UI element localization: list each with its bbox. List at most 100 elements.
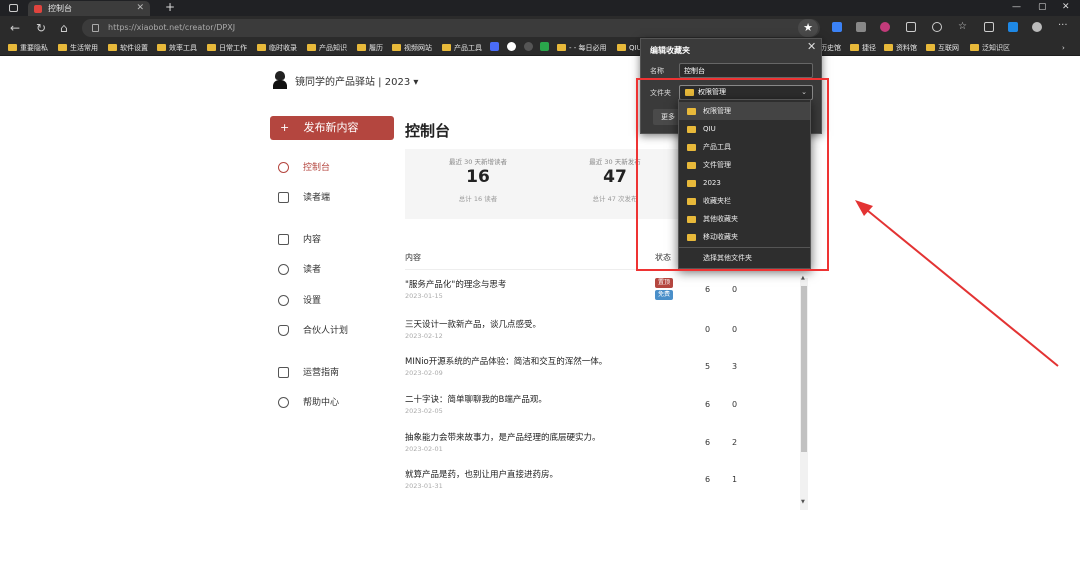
bookmark-folder[interactable]: 产品工具 <box>442 42 482 54</box>
bookmark-folder[interactable]: 软件设置 <box>108 42 148 54</box>
folder-icon <box>207 44 216 51</box>
scrollbar-thumb[interactable] <box>801 286 807 452</box>
google-icon[interactable] <box>507 42 516 54</box>
maximize-icon[interactable]: ▢ <box>1038 0 1047 15</box>
sidebar-item-label: 控制台 <box>303 163 331 173</box>
tab-actions-icon[interactable] <box>9 4 18 12</box>
scroll-down-icon[interactable]: ▼ <box>801 499 805 505</box>
post-date: 2023-02-12 <box>405 332 443 340</box>
extension-icon[interactable] <box>856 22 866 32</box>
bookmark-folder[interactable]: 捷径 <box>850 42 876 54</box>
extension-icon[interactable] <box>880 22 890 32</box>
bookmark-folder[interactable]: 视频网站 <box>392 42 432 54</box>
table-row[interactable]: MINio开源系统的产品体验：简洁和交互的浑然一体。 2023-02-09 5 … <box>405 355 805 391</box>
table-row[interactable]: "服务产品化"的理念与思考 2023-01-15 置顶 免费 6 0 <box>405 278 805 314</box>
bookmark-site-icon[interactable] <box>490 42 499 54</box>
close-window-icon[interactable]: ✕ <box>1062 0 1070 15</box>
sidebar-item-help[interactable]: 帮助中心 <box>278 395 339 411</box>
site-switcher[interactable]: 镜同学的产品驿站 | 2023 ▾ <box>295 73 418 88</box>
post-stat: 6 <box>705 438 711 447</box>
users-icon <box>278 264 289 275</box>
refresh-icon[interactable]: ↻ <box>36 20 46 36</box>
folder-icon <box>850 44 859 51</box>
sidebar-item-guide[interactable]: 运营指南 <box>278 365 339 381</box>
folder-icon <box>442 44 451 51</box>
bookmark-folder[interactable]: 历史馆 <box>820 42 841 54</box>
favorite-name-input[interactable] <box>679 63 813 78</box>
tab-close-icon[interactable]: ✕ <box>136 1 144 16</box>
bookmark-folder[interactable]: 生活常用 <box>58 42 98 54</box>
scroll-up-icon[interactable]: ▲ <box>801 275 805 281</box>
sidebar-item-content[interactable]: 内容 <box>278 232 321 248</box>
folder-icon <box>8 44 17 51</box>
post-date: 2023-02-01 <box>405 445 443 453</box>
extension-icon[interactable] <box>1008 22 1018 32</box>
folder-icon <box>926 44 935 51</box>
help-icon <box>278 397 289 408</box>
post-title[interactable]: "服务产品化"的理念与思考 <box>405 278 506 290</box>
favorite-star-icon[interactable]: ★ <box>798 19 818 37</box>
favorites-icon[interactable]: ☆ <box>958 22 968 32</box>
extension-icon[interactable] <box>932 22 942 32</box>
bookmark-folder[interactable]: 临时收录 <box>257 42 297 54</box>
sidebar-item-settings[interactable]: 设置 <box>278 293 321 309</box>
home-icon[interactable]: ⌂ <box>60 20 68 36</box>
stat-label: 最近 30 天新增读者 <box>449 158 507 166</box>
bookmark-folder[interactable]: 互联网 <box>926 42 959 54</box>
close-icon[interactable]: ✕ <box>807 40 816 53</box>
folder-icon <box>157 44 166 51</box>
menu-icon[interactable]: ··· <box>1058 21 1068 32</box>
extension-icon[interactable] <box>832 22 842 32</box>
bookmark-site-icon[interactable] <box>524 42 533 54</box>
bookmark-folder[interactable]: 效率工具 <box>157 42 197 54</box>
post-title[interactable]: 就算产品是药，也别让用户直接进药房。 <box>405 468 558 480</box>
url-field[interactable]: https://xiaobot.net/creator/DPXJ <box>82 19 820 37</box>
post-stat: 0 <box>705 325 711 334</box>
post-title[interactable]: 三天设计一款新产品，谈几点感受。 <box>405 318 541 330</box>
folder-icon <box>58 44 67 51</box>
post-title[interactable]: MINio开源系统的产品体验：简洁和交互的浑然一体。 <box>405 355 607 367</box>
folder-icon <box>257 44 266 51</box>
profile-avatar-icon[interactable] <box>1032 22 1042 32</box>
table-row[interactable]: 三天设计一款新产品，谈几点感受。 2023-02-12 0 0 <box>405 318 805 354</box>
minimize-icon[interactable]: — <box>1012 0 1021 15</box>
sidebar-item-label: 读者端 <box>303 193 331 203</box>
sidebar-item-readers[interactable]: 读者 <box>278 262 321 278</box>
avatar[interactable] <box>273 71 287 89</box>
table-row[interactable]: 就算产品是药，也别让用户直接进药房。 2023-01-31 6 1 <box>405 468 805 504</box>
sidebar-item-partner[interactable]: 合伙人计划 <box>278 323 348 339</box>
bookmark-folder[interactable]: 泛知识区 <box>970 42 1010 54</box>
bookmark-folder[interactable]: 履历 <box>357 42 383 54</box>
site-info-icon[interactable] <box>92 24 99 32</box>
annotation-highlight-box <box>636 78 829 271</box>
browser-tab-strip: 控制台 ✕ + — ▢ ✕ <box>0 0 1080 16</box>
sidebar-item-label: 设置 <box>303 296 322 306</box>
table-row[interactable]: 抽象能力会带来故事力，是产品经理的底层硬实力。 2023-02-01 6 2 <box>405 431 805 467</box>
table-row[interactable]: 二十字诀：简单聊聊我的B端产品观。 2023-02-05 6 0 <box>405 393 805 429</box>
post-stat: 6 <box>705 475 711 484</box>
bookmarks-overflow-icon[interactable]: › <box>1062 42 1065 54</box>
browser-tab-active[interactable]: 控制台 ✕ <box>28 1 150 16</box>
bookmark-folder[interactable]: 日常工作 <box>207 42 247 54</box>
collections-icon[interactable] <box>984 22 994 32</box>
sidebar-item-label: 读者 <box>303 265 322 275</box>
sidebar-item-dashboard[interactable]: 控制台 <box>278 160 330 176</box>
post-title[interactable]: 抽象能力会带来故事力，是产品经理的底层硬实力。 <box>405 431 601 443</box>
new-tab-icon[interactable]: + <box>165 0 175 15</box>
publish-button[interactable]: + 发布新内容 <box>270 116 394 140</box>
bookmark-folder[interactable]: QIU <box>617 42 642 54</box>
sidebar-item-reader-view[interactable]: 读者端 <box>278 190 330 206</box>
back-icon[interactable]: ← <box>10 20 20 36</box>
bookmark-site-icon[interactable] <box>540 42 549 54</box>
post-stat: 0 <box>732 400 738 409</box>
extension-icon[interactable] <box>906 22 916 32</box>
post-date: 2023-01-31 <box>405 482 443 490</box>
post-title[interactable]: 二十字诀：简单聊聊我的B端产品观。 <box>405 393 547 405</box>
post-stat: 6 <box>705 285 711 294</box>
bookmark-folder[interactable]: - - 每日必用 <box>557 42 607 54</box>
bookmark-folder[interactable]: 产品知识 <box>307 42 347 54</box>
bookmark-folder[interactable]: 资料馆 <box>884 42 917 54</box>
diamond-icon <box>278 325 289 336</box>
bookmark-folder[interactable]: 重要隐私 <box>8 42 48 54</box>
stat-value: 16 <box>466 167 490 187</box>
